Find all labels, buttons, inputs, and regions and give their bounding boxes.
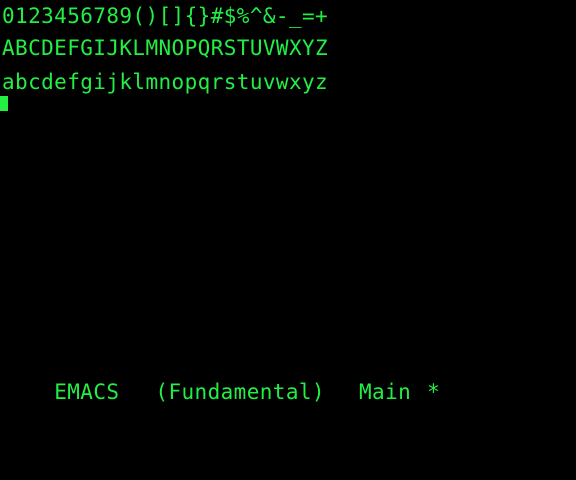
- buffer-line[interactable]: ABCDEFGIJKLMNOPQRSTUVWXYZ: [2, 36, 328, 60]
- buffer-line[interactable]: 0123456789()[]{}#$%^&-_=+: [2, 4, 328, 28]
- buffer-line[interactable]: abcdefgijklmnopqrstuvwxyz: [2, 70, 328, 94]
- editor-name: EMACS: [54, 380, 120, 404]
- mode-line: EMACS (Fundamental) Main *: [2, 356, 440, 428]
- major-mode: (Fundamental): [155, 380, 325, 404]
- modified-indicator: *: [427, 380, 441, 404]
- buffer-name: Main: [358, 380, 412, 404]
- text-cursor: [0, 96, 8, 111]
